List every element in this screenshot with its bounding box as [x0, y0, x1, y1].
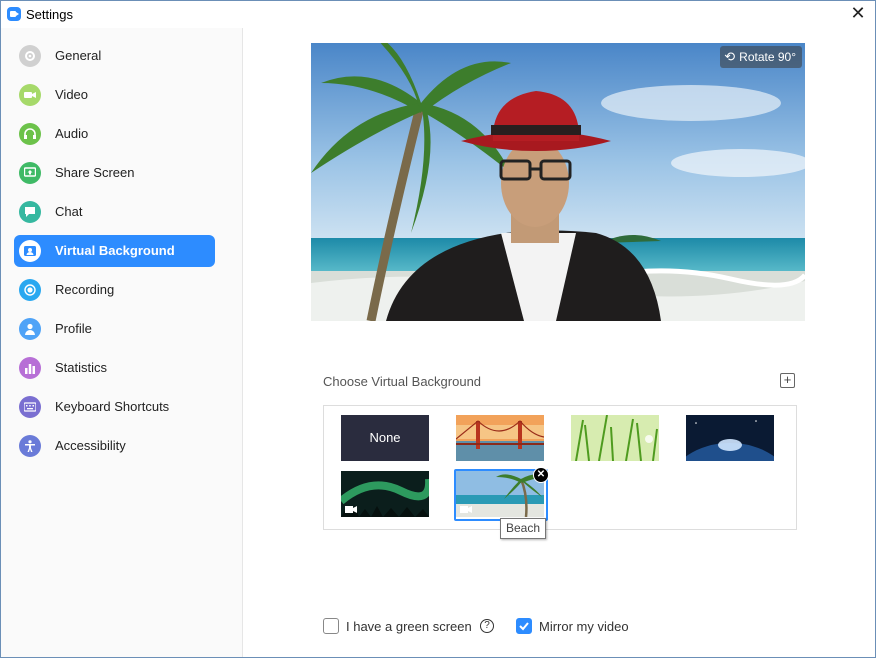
record-icon [19, 279, 41, 301]
sidebar-item-label: Audio [55, 126, 89, 141]
window-title: Settings [26, 7, 73, 22]
beach-preview-image [311, 43, 805, 321]
help-icon[interactable]: ? [480, 619, 494, 633]
rotate-button[interactable]: ⟲ Rotate 90° [720, 46, 802, 68]
sidebar-item-chat[interactable]: Chat [14, 196, 215, 228]
sidebar-item-label: Keyboard Shortcuts [55, 399, 170, 414]
person-card-icon [19, 240, 41, 262]
sidebar-item-statistics[interactable]: Statistics [14, 352, 215, 384]
remove-background-button[interactable]: ✕ [533, 467, 549, 483]
checkmark-icon [519, 622, 529, 631]
golden-gate-image [456, 415, 544, 461]
video-preview: ⟲ Rotate 90° [311, 43, 805, 321]
sidebar-item-virtual-background[interactable]: Virtual Background [14, 235, 215, 267]
accessibility-icon [19, 435, 41, 457]
sidebar-item-label: Video [55, 87, 89, 102]
mirror-video-label[interactable]: Mirror my video [539, 619, 629, 634]
sidebar-item-label: Share Screen [55, 165, 135, 180]
earth-image [686, 415, 774, 461]
sidebar-item-general[interactable]: General [14, 40, 215, 72]
sidebar-item-accessibility[interactable]: Accessibility [14, 430, 215, 462]
background-thumb-golden-gate[interactable] [456, 415, 544, 461]
sidebar-item-recording[interactable]: Recording [14, 274, 215, 306]
title-bar: Settings ✕ [1, 1, 875, 28]
share-screen-icon [19, 162, 41, 184]
keyboard-icon [19, 396, 41, 418]
background-thumb-aurora[interactable] [341, 471, 429, 517]
profile-icon [19, 318, 41, 340]
rotate-icon: ⟲ [724, 49, 736, 64]
background-thumb-none[interactable]: None [341, 415, 429, 461]
sidebar-item-keyboard-shortcuts[interactable]: Keyboard Shortcuts [14, 391, 215, 423]
settings-window: Settings ✕ General Video Audio Share Scr… [0, 0, 876, 658]
grass-image [571, 415, 659, 461]
mirror-video-checkbox[interactable] [516, 618, 532, 634]
thumb-tooltip: Beach [500, 518, 547, 539]
background-thumb-earth[interactable] [686, 415, 774, 461]
background-gallery: None ✕ [323, 405, 797, 530]
video-badge-icon [345, 506, 357, 513]
background-thumb-grass[interactable] [571, 415, 659, 461]
sidebar-item-label: Accessibility [55, 438, 126, 453]
video-icon [19, 84, 41, 106]
choose-background-title: Choose Virtual Background [323, 374, 482, 389]
green-screen-checkbox[interactable] [323, 618, 339, 634]
sidebar-item-share-screen[interactable]: Share Screen [14, 157, 215, 189]
headphones-icon [19, 123, 41, 145]
rotate-label: Rotate 90° [739, 50, 796, 64]
green-screen-label[interactable]: I have a green screen [346, 619, 472, 634]
sidebar-item-label: Recording [55, 282, 115, 297]
chat-icon [19, 201, 41, 223]
sidebar-item-label: General [55, 48, 102, 63]
close-button[interactable]: ✕ [849, 4, 867, 22]
sidebar-item-profile[interactable]: Profile [14, 313, 215, 345]
zoom-app-icon [7, 7, 21, 21]
settings-sidebar: General Video Audio Share Screen Chat Vi… [1, 28, 243, 657]
sidebar-item-label: Statistics [55, 360, 108, 375]
sidebar-item-audio[interactable]: Audio [14, 118, 215, 150]
gear-icon [19, 45, 41, 67]
sidebar-item-label: Virtual Background [55, 243, 175, 258]
add-background-button[interactable]: + [780, 373, 795, 388]
sidebar-item-label: Chat [55, 204, 83, 219]
sidebar-item-video[interactable]: Video [14, 79, 215, 111]
bar-chart-icon [19, 357, 41, 379]
sidebar-item-label: Profile [55, 321, 92, 336]
